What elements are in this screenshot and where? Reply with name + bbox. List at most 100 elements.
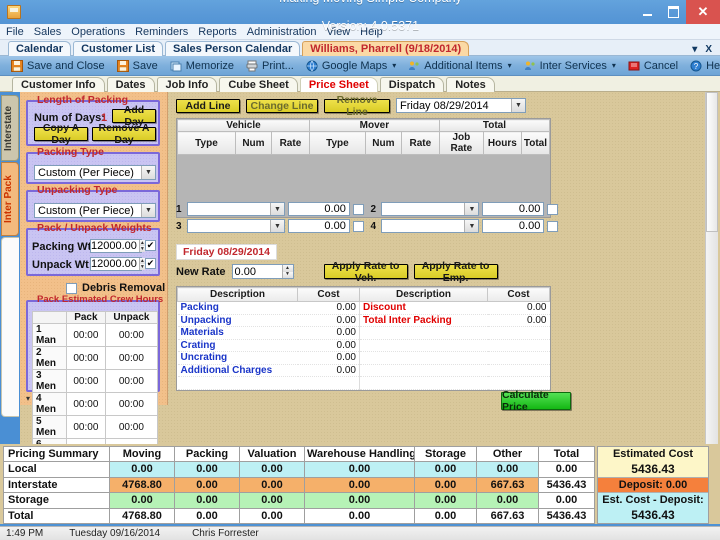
entry-checkbox-3[interactable] (352, 220, 364, 232)
chevron-down-icon[interactable]: ▼ (141, 166, 155, 179)
entry-value-2[interactable]: 0.00 (482, 202, 545, 216)
cancel-button[interactable]: Cancel (622, 57, 684, 75)
help-me-button[interactable]: ? Help Me! ▾ (684, 57, 720, 75)
window-tab-customer-record[interactable]: Williams, Pharrell (9/18/2014) (302, 41, 470, 56)
google-maps-button[interactable]: Google Maps ▾ (300, 57, 402, 75)
table-row: 3 Men 00:00 00:00 (32, 369, 159, 393)
entry-checkbox-1[interactable] (352, 203, 364, 215)
main-price-panel: Add Line Change Line Remove Line Friday … (168, 92, 720, 444)
remove-line-button[interactable]: Remove Line (324, 94, 390, 118)
close-icon[interactable]: ✕ (686, 0, 720, 24)
memorize-button[interactable]: Memorize (164, 57, 240, 75)
entry-value-4[interactable]: 0.00 (482, 219, 545, 233)
chevron-down-icon[interactable]: ▼ (269, 220, 284, 232)
menu-administration[interactable]: Administration (247, 26, 317, 38)
resize-grip-icon[interactable] (708, 528, 720, 540)
window-tab-customer-list[interactable]: Customer List (73, 41, 164, 56)
unpacking-type-legend: Unpacking Type (37, 184, 118, 196)
tab-cube-sheet[interactable]: Cube Sheet (219, 77, 298, 92)
form-vertical-scrollbar[interactable] (705, 92, 718, 444)
apply-rate-to-employee-button[interactable]: Apply Rate to Emp. (413, 260, 498, 284)
menu-reports[interactable]: Reports (198, 26, 237, 38)
packing-wt-checkbox[interactable]: ✔ (145, 240, 156, 251)
debris-removal-checkbox[interactable] (66, 282, 77, 294)
cost-header-row: Description Cost Description Cost (177, 287, 550, 302)
save-button[interactable]: Save (111, 57, 164, 75)
menu-file[interactable]: File (6, 26, 24, 38)
chevron-down-icon[interactable]: ▼ (464, 203, 479, 215)
pricing-row-total: 0.00 (538, 492, 595, 509)
chevron-down-icon[interactable]: ▾ (612, 61, 616, 70)
apply-rate-to-vehicle-button[interactable]: Apply Rate to Veh. (323, 260, 408, 284)
window-tab-calendar[interactable]: Calendar (8, 41, 72, 56)
entry-select-3[interactable]: ▼ (186, 219, 285, 233)
entry-select-1[interactable]: ▼ (186, 202, 285, 216)
calculate-price-button[interactable]: Calculate Price (501, 389, 571, 413)
chevron-down-icon[interactable]: ▼ (464, 220, 479, 232)
add-day-button[interactable]: Add Day (112, 104, 156, 128)
entry-number-4: 4 (370, 220, 377, 232)
pricing-summary-body: Local 0.00 0.00 0.00 0.00 0.00 0.00 0.00… (3, 461, 595, 524)
packing-wt-stepper[interactable]: ▲ ▼ (138, 240, 145, 252)
copy-a-day-button[interactable]: Copy A Day (34, 122, 88, 146)
line-date-select[interactable]: Friday 08/29/2014 ▼ (396, 98, 526, 113)
cost-left-value: 0.00 (297, 314, 360, 327)
menu-sales[interactable]: Sales (34, 26, 62, 38)
crew-unpack-value: 00:00 (104, 369, 159, 393)
tab-dates[interactable]: Dates (106, 77, 155, 92)
print-button[interactable]: Print... (240, 57, 300, 75)
additional-items-button[interactable]: Additional Items ▾ (402, 57, 517, 75)
remove-a-day-button[interactable]: Remove A Day (92, 122, 156, 146)
inter-services-button[interactable]: Inter Services ▾ (518, 57, 622, 75)
menu-help[interactable]: Help (360, 26, 383, 38)
entry-checkbox-2[interactable] (547, 203, 558, 215)
pricing-cell: 0.00 (239, 492, 305, 509)
pricing-cell: 0.00 (174, 492, 240, 509)
unpack-wt-stepper[interactable]: ▲ ▼ (138, 258, 145, 270)
tab-close-icon[interactable]: X (705, 44, 712, 55)
pricing-cell: 0.00 (476, 461, 539, 478)
scroll-down-icon[interactable]: ▾ (22, 393, 34, 403)
tab-customer-info[interactable]: Customer Info (12, 77, 105, 92)
tab-notes[interactable]: Notes (446, 77, 495, 92)
entry-checkbox-4[interactable] (547, 220, 558, 232)
scrollbar-thumb[interactable] (706, 92, 718, 232)
change-line-button[interactable]: Change Line (246, 98, 318, 113)
entry-select-2[interactable]: ▼ (381, 202, 480, 216)
vtab-interstate[interactable]: Interstate (1, 95, 19, 161)
est-cost-minus-deposit-label: Est. Cost - Deposit: (598, 492, 708, 507)
help-icon: ? (690, 60, 702, 71)
entry-select-4[interactable]: ▼ (381, 219, 480, 233)
new-rate-input[interactable]: 0.00 ▲ ▼ (231, 264, 294, 279)
svg-text:?: ? (694, 62, 699, 71)
tab-dispatch[interactable]: Dispatch (379, 77, 445, 92)
unpack-wt-input[interactable]: 12000.00 ▲ ▼ (90, 257, 145, 271)
entry-number-1: 1 (176, 203, 182, 215)
entry-value-3[interactable]: 0.00 (287, 219, 350, 233)
new-rate-stepper[interactable]: ▲ ▼ (281, 265, 293, 278)
menu-view[interactable]: View (327, 26, 351, 38)
tab-price-sheet[interactable]: Price Sheet (299, 77, 378, 92)
unpack-wt-checkbox[interactable]: ✔ (145, 258, 156, 269)
minimize-icon[interactable] (634, 0, 660, 24)
cost-left-desc: Unpacking (177, 314, 298, 327)
maximize-icon[interactable] (660, 0, 686, 24)
menu-operations[interactable]: Operations (71, 26, 125, 38)
chevron-down-icon[interactable]: ▼ (511, 99, 525, 112)
tab-dropdown-icon[interactable]: ▾ (692, 44, 697, 55)
tab-job-info[interactable]: Job Info (156, 77, 218, 92)
chevron-down-icon[interactable]: ▼ (141, 204, 155, 217)
vtab-inter-pack[interactable]: Inter Pack (1, 162, 19, 236)
chevron-down-icon[interactable]: ▾ (508, 61, 512, 70)
entry-value-1[interactable]: 0.00 (287, 202, 350, 216)
table-row: Crating 0.00 (177, 339, 550, 352)
packing-wt-input[interactable]: 12000.00 ▲ ▼ (90, 239, 145, 253)
add-line-button[interactable]: Add Line (176, 98, 240, 113)
save-and-close-button[interactable]: Save and Close (5, 57, 111, 75)
unpacking-type-select[interactable]: Custom (Per Piece) ▼ (34, 203, 156, 218)
menu-reminders[interactable]: Reminders (135, 26, 188, 38)
chevron-down-icon[interactable]: ▼ (269, 203, 284, 215)
window-tab-sales-person-calendar[interactable]: Sales Person Calendar (165, 41, 301, 56)
chevron-down-icon[interactable]: ▾ (392, 61, 396, 70)
packing-type-select[interactable]: Custom (Per Piece) ▼ (34, 165, 156, 180)
